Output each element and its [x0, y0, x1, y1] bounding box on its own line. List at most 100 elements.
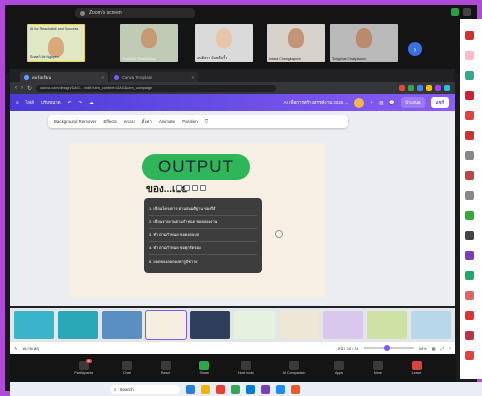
- ctx-tool[interactable]: Animate: [159, 119, 175, 124]
- comment-tool-icon[interactable]: [176, 185, 182, 191]
- panel-avatar[interactable]: [465, 251, 474, 260]
- taskbar-app-icon[interactable]: [186, 384, 195, 394]
- canva-menu-icon[interactable]: ≡: [16, 100, 19, 105]
- ctx-tool[interactable]: Background Remover: [54, 119, 96, 124]
- undo-icon[interactable]: ↶: [68, 100, 72, 106]
- output-heading[interactable]: OUTPUT: [142, 154, 250, 180]
- page-thumbnail[interactable]: [278, 311, 319, 339]
- page-thumbnail[interactable]: [58, 311, 99, 339]
- output-list-box[interactable]: 1. เขียนโครงการ ตามสมมติฐาน ของรีส์ 2. เ…: [144, 198, 262, 273]
- add-collaborator-icon[interactable]: +: [370, 100, 373, 105]
- taskbar-app-icon[interactable]: [276, 384, 285, 394]
- participant-tile[interactable]: Tongchai Chaiyaworn: [330, 24, 398, 62]
- panel-avatar[interactable]: [465, 311, 474, 320]
- forward-icon[interactable]: ›: [21, 85, 23, 91]
- panel-avatar[interactable]: [465, 111, 474, 120]
- panel-avatar[interactable]: [465, 91, 474, 100]
- taskbar-app-icon[interactable]: [261, 384, 270, 394]
- page-thumbnail[interactable]: [190, 311, 231, 339]
- list-item[interactable]: 2. เขียนรายงานตามกำหนด ขอคลองงาน: [149, 216, 257, 229]
- extension-icon[interactable]: [435, 85, 441, 91]
- tab-close-icon[interactable]: ×: [101, 75, 104, 80]
- panel-avatar[interactable]: [465, 231, 474, 240]
- panel-avatar[interactable]: [465, 51, 474, 60]
- list-item[interactable]: 3. ทำ ตามกำหนด ขอดงตบบล: [149, 229, 257, 242]
- zoom-window-title[interactable]: Zoom's screen: [75, 8, 195, 18]
- filter-icon[interactable]: ⛉: [205, 119, 208, 124]
- panel-avatar[interactable]: [465, 31, 474, 40]
- panel-avatar[interactable]: [465, 191, 474, 200]
- host-tools-button[interactable]: Host tools: [238, 361, 254, 375]
- notes-label[interactable]: หมายเหตุ: [22, 345, 38, 352]
- panel-avatar[interactable]: [465, 151, 474, 160]
- ai-companion-button[interactable]: AI Companion: [283, 361, 305, 375]
- extension-icon[interactable]: [399, 85, 405, 91]
- page-indicator[interactable]: หน้า 26 / 31: [338, 345, 359, 352]
- url-field[interactable]: canva.com/design/DAG... /edit?utm_conten…: [36, 84, 277, 92]
- page-thumbnail[interactable]: [102, 311, 143, 339]
- extension-icon[interactable]: [444, 85, 450, 91]
- ctx-tool[interactable]: ครอป: [124, 118, 135, 125]
- apps-button[interactable]: Apps: [334, 361, 345, 375]
- list-item[interactable]: 4. ทำ ตามกำหนด ขอตุกรัดจอง: [149, 242, 257, 255]
- rotate-handle-icon[interactable]: [275, 230, 283, 238]
- page-thumbnail-selected[interactable]: [145, 310, 188, 340]
- extension-icon[interactable]: [408, 85, 414, 91]
- list-item[interactable]: 5. ยอดของลอดองหารูปัชวาย: [149, 255, 257, 268]
- page-thumbnail[interactable]: [322, 311, 363, 339]
- react-button[interactable]: React: [160, 361, 171, 375]
- browser-tab-active[interactable]: คอร์สเรียน ×: [20, 72, 108, 82]
- participant-tile-active[interactable]: AI for Reachable and Success นิเทศก์ Mr.…: [27, 24, 85, 62]
- gallery-next-icon[interactable]: ›: [408, 42, 422, 56]
- taskbar-app-icon[interactable]: [291, 384, 300, 394]
- panel-avatar[interactable]: [465, 331, 474, 340]
- grid-view-icon[interactable]: ▦: [432, 346, 436, 351]
- extension-icon[interactable]: [417, 85, 423, 91]
- design-page[interactable]: OUTPUT ของ...เอย 1. เขียนโครงการ ตามสมมต…: [70, 143, 326, 298]
- taskbar-app-icon[interactable]: [246, 384, 255, 394]
- panel-avatar[interactable]: [465, 131, 474, 140]
- panel-avatar[interactable]: [465, 351, 474, 360]
- fullscreen-icon[interactable]: ⤢: [441, 346, 444, 351]
- reload-icon[interactable]: ↻: [27, 85, 32, 92]
- zoom-level[interactable]: 58%: [419, 346, 427, 351]
- panel-avatar[interactable]: [465, 171, 474, 180]
- taskbar-app-icon[interactable]: [216, 384, 225, 394]
- leave-button[interactable]: Leave: [411, 361, 422, 375]
- help-icon[interactable]: ?: [449, 346, 451, 351]
- browser-tab[interactable]: Canva Template ×: [110, 72, 198, 82]
- tab-close-icon[interactable]: ×: [191, 75, 194, 80]
- extension-icon[interactable]: [426, 85, 432, 91]
- taskbar-app-icon[interactable]: [231, 384, 240, 394]
- page-thumbnail[interactable]: [366, 311, 407, 339]
- delete-tool-icon[interactable]: [200, 185, 206, 191]
- participant-tile[interactable]: Intara Changkaporn: [267, 24, 325, 62]
- view-options-icon[interactable]: [463, 8, 471, 16]
- list-item[interactable]: 1. เขียนโครงการ ตามสมมติฐาน ของรีส์: [149, 203, 257, 216]
- panel-avatar[interactable]: [465, 71, 474, 80]
- panel-avatar[interactable]: [465, 291, 474, 300]
- taskbar-search[interactable]: ⌕ Search: [110, 384, 180, 394]
- doc-title[interactable]: AI เพื่อการสร้างสรรค์งาน 2025 ...: [284, 99, 349, 106]
- page-thumbnail[interactable]: [410, 311, 451, 339]
- lock-tool-icon[interactable]: [184, 185, 190, 191]
- ctx-tool[interactable]: Position: [182, 119, 198, 124]
- chat-button[interactable]: Chat: [121, 361, 132, 375]
- security-shield-icon[interactable]: [451, 8, 459, 16]
- panel-avatar[interactable]: [465, 271, 474, 280]
- canva-file-menu[interactable]: ไฟล์: [26, 99, 34, 106]
- page-thumbnail[interactable]: [14, 311, 55, 339]
- participants-button[interactable]: 21 Participants: [74, 359, 93, 375]
- share-button[interactable]: แชร์: [430, 97, 449, 108]
- analytics-icon[interactable]: ▥: [379, 100, 383, 106]
- ctx-tool[interactable]: Effects: [103, 119, 116, 124]
- more-button[interactable]: More: [372, 361, 383, 375]
- comment-icon[interactable]: 💬: [389, 100, 395, 106]
- share-screen-button[interactable]: Share: [199, 361, 210, 375]
- ctx-tool[interactable]: ตั้งค่า: [142, 118, 152, 125]
- user-avatar[interactable]: [354, 97, 365, 108]
- participant-tile[interactable]: อนติสรา นันทตีนรั้ว: [195, 24, 253, 62]
- canva-resize-menu[interactable]: ปรับขนาด: [41, 99, 61, 106]
- zoom-slider[interactable]: [363, 345, 414, 351]
- taskbar-app-icon[interactable]: [201, 384, 210, 394]
